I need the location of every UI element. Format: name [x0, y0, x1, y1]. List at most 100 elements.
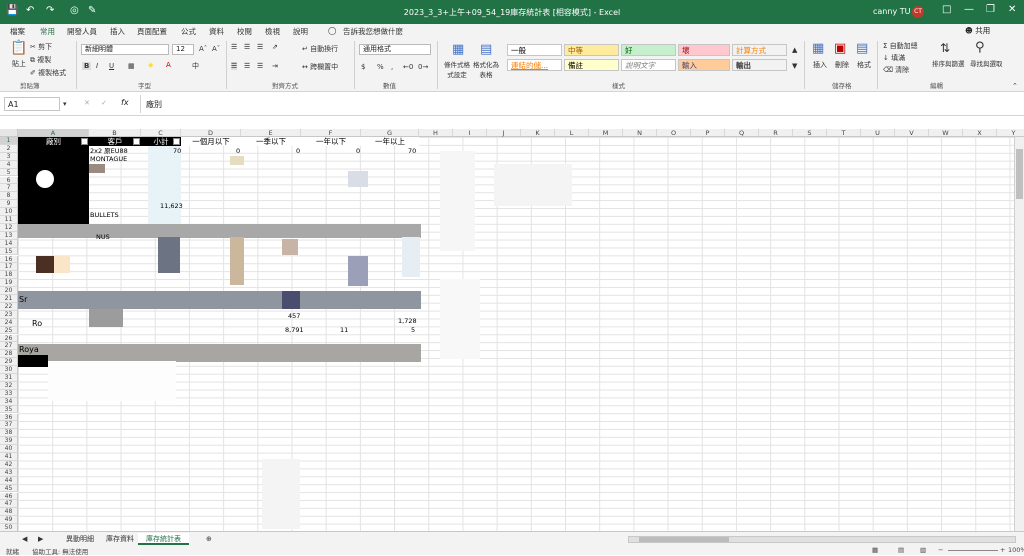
ribbon-display-icon[interactable]: □: [942, 4, 951, 15]
column-header[interactable]: H: [419, 129, 453, 137]
borders-icon[interactable]: ▦: [128, 62, 135, 70]
column-header[interactable]: C: [141, 129, 181, 137]
add-sheet-icon[interactable]: ⊕: [198, 533, 220, 545]
row-header[interactable]: 47: [0, 500, 18, 509]
user-avatar[interactable]: CT: [912, 6, 924, 18]
row-header[interactable]: 1: [0, 137, 18, 145]
formula-input[interactable]: 廠別: [140, 95, 1020, 113]
tab-insert[interactable]: 插入: [110, 26, 125, 37]
font-name-select[interactable]: 新細明體: [81, 44, 169, 55]
row-header[interactable]: 41: [0, 453, 18, 461]
row-header[interactable]: 33: [0, 389, 18, 398]
cell-b9[interactable]: BULLETS: [90, 211, 119, 219]
header-cell-over-year[interactable]: 一年以上: [361, 137, 419, 146]
row-header[interactable]: 48: [0, 508, 18, 517]
format-as-table-button[interactable]: 格式化為表格: [472, 59, 500, 79]
cell-e20[interactable]: 457: [288, 312, 300, 320]
row-header[interactable]: 35: [0, 405, 18, 414]
style-note[interactable]: 備註: [564, 59, 619, 71]
tab-review[interactable]: 校閱: [237, 26, 252, 37]
sheet-tab-inventory-data[interactable]: 庫存資料: [98, 533, 142, 545]
page-layout-view-icon[interactable]: ▤: [898, 546, 904, 554]
row-header[interactable]: 39: [0, 437, 18, 446]
row-header[interactable]: 38: [0, 429, 18, 438]
column-header[interactable]: B: [89, 129, 141, 137]
style-explanatory[interactable]: 說明文字: [621, 59, 676, 71]
row-header[interactable]: 36: [0, 413, 18, 422]
row-header[interactable]: 30: [0, 366, 18, 374]
select-all-corner[interactable]: [0, 129, 18, 137]
cell-e21[interactable]: 8,791: [285, 326, 304, 334]
cell-f2[interactable]: 0: [356, 147, 360, 155]
style-output[interactable]: 輸出: [732, 59, 787, 71]
row-header[interactable]: 31: [0, 374, 18, 382]
row-header[interactable]: 10: [0, 208, 18, 216]
font-size-select[interactable]: 12: [172, 44, 194, 55]
worksheet-grid[interactable]: ABCDEFGHIJKLMNOPQRSTUVWXY 1 2 3 4 5 6 7 8 9 10 11 1…: [0, 129, 1024, 531]
column-header[interactable]: Y: [997, 129, 1024, 137]
column-header[interactable]: M: [589, 129, 623, 137]
font-color-icon[interactable]: A: [166, 61, 171, 69]
row-header[interactable]: 13: [0, 231, 18, 240]
number-format-select[interactable]: 通用格式: [359, 44, 431, 55]
column-header[interactable]: T: [827, 129, 861, 137]
column-header[interactable]: W: [929, 129, 963, 137]
row-header[interactable]: 46: [0, 492, 18, 501]
cell-a18[interactable]: Sr: [19, 296, 27, 304]
minimize-icon[interactable]: —: [964, 4, 974, 15]
style-calculation[interactable]: 計算方式: [732, 44, 787, 56]
row-header[interactable]: 2: [0, 144, 18, 153]
maximize-icon[interactable]: ❐: [986, 4, 995, 15]
paste-icon[interactable]: 📋: [10, 40, 27, 56]
row-header[interactable]: 4: [0, 160, 18, 169]
orientation-icon[interactable]: ⇗: [272, 43, 278, 51]
cell-b3[interactable]: MONTAGUE: [90, 155, 127, 163]
cell-e2[interactable]: 0: [296, 147, 300, 155]
bold-button[interactable]: B: [82, 62, 92, 70]
fill-button[interactable]: ↓ 填滿: [883, 53, 905, 63]
vertical-scrollbar[interactable]: [1014, 137, 1024, 531]
header-cell-under-quarter[interactable]: 一季以下: [241, 137, 301, 146]
filter-dropdown-icon[interactable]: [133, 138, 140, 145]
cell-c8[interactable]: 11,623: [160, 202, 183, 210]
cell-g2[interactable]: 70: [408, 147, 416, 155]
column-header[interactable]: U: [861, 129, 895, 137]
autosum-button[interactable]: Σ 自動加總: [883, 41, 918, 51]
name-box-dropdown-icon[interactable]: ▾: [63, 100, 67, 108]
format-painter-button[interactable]: ✐ 複製格式: [30, 68, 66, 78]
tab-developer[interactable]: 開發人員: [67, 26, 97, 37]
paste-button[interactable]: 貼上: [12, 59, 26, 69]
column-header[interactable]: V: [895, 129, 929, 137]
row-header[interactable]: 12: [0, 223, 18, 232]
row-header[interactable]: 25: [0, 326, 18, 335]
percent-button[interactable]: %: [377, 63, 384, 71]
tab-formulas[interactable]: 公式: [181, 26, 196, 37]
copy-button[interactable]: ⧉ 複製: [30, 55, 51, 65]
decrease-decimal-icon[interactable]: 0→: [418, 63, 428, 71]
row-header[interactable]: 16: [0, 255, 18, 264]
row-header[interactable]: 8: [0, 192, 18, 201]
cell-g20[interactable]: 1,728: [398, 317, 417, 325]
row-header[interactable]: 11: [0, 216, 18, 224]
cell-b11[interactable]: NUS: [96, 233, 110, 241]
style-normal[interactable]: 一般: [507, 44, 562, 56]
column-header[interactable]: A: [18, 129, 89, 137]
align-right-icon[interactable]: ☰: [257, 62, 263, 70]
column-header[interactable]: R: [759, 129, 793, 137]
page-break-view-icon[interactable]: ▧: [920, 546, 926, 554]
tab-file[interactable]: 檔案: [10, 26, 25, 37]
style-linked-cell[interactable]: 連結的儲...: [507, 59, 562, 71]
style-bad[interactable]: 壞: [678, 44, 730, 56]
delete-cells-button[interactable]: 刪除: [835, 60, 849, 70]
style-good[interactable]: 好: [621, 44, 676, 56]
styles-scroll-up-icon[interactable]: ▲: [792, 46, 797, 54]
styles-more-icon[interactable]: ▼: [792, 62, 797, 70]
italic-button[interactable]: I: [96, 62, 98, 70]
normal-view-icon[interactable]: ▦: [872, 546, 878, 554]
sort-filter-button[interactable]: 排序與篩選: [932, 58, 965, 68]
cell-c2[interactable]: 70: [173, 147, 181, 155]
row-header[interactable]: 22: [0, 302, 18, 311]
cell-f21[interactable]: 11: [340, 326, 348, 334]
tab-page-layout[interactable]: 頁面配置: [137, 26, 167, 37]
row-header[interactable]: 18: [0, 271, 18, 280]
